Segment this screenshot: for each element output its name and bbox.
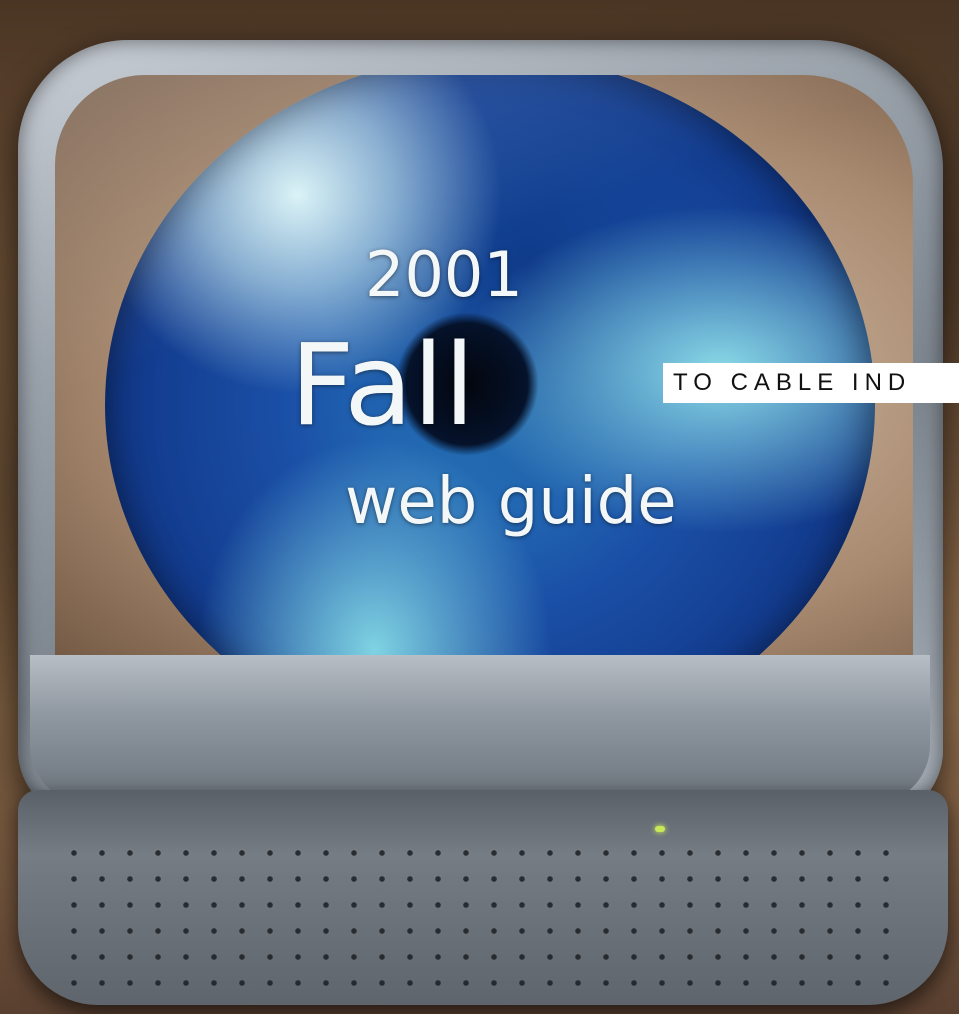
cover-tagline: TO CABLE IND xyxy=(663,363,959,403)
tv-lower-bezel xyxy=(30,655,930,805)
cover-season-title: Fall xyxy=(290,321,476,451)
power-led xyxy=(655,826,665,832)
cover-year: 2001 xyxy=(365,238,523,311)
speaker-grille xyxy=(60,840,910,990)
cover-subtitle: web guide xyxy=(345,465,677,539)
cover-illustration: 2001 Fall web guide TO CABLE IND xyxy=(0,0,959,1014)
